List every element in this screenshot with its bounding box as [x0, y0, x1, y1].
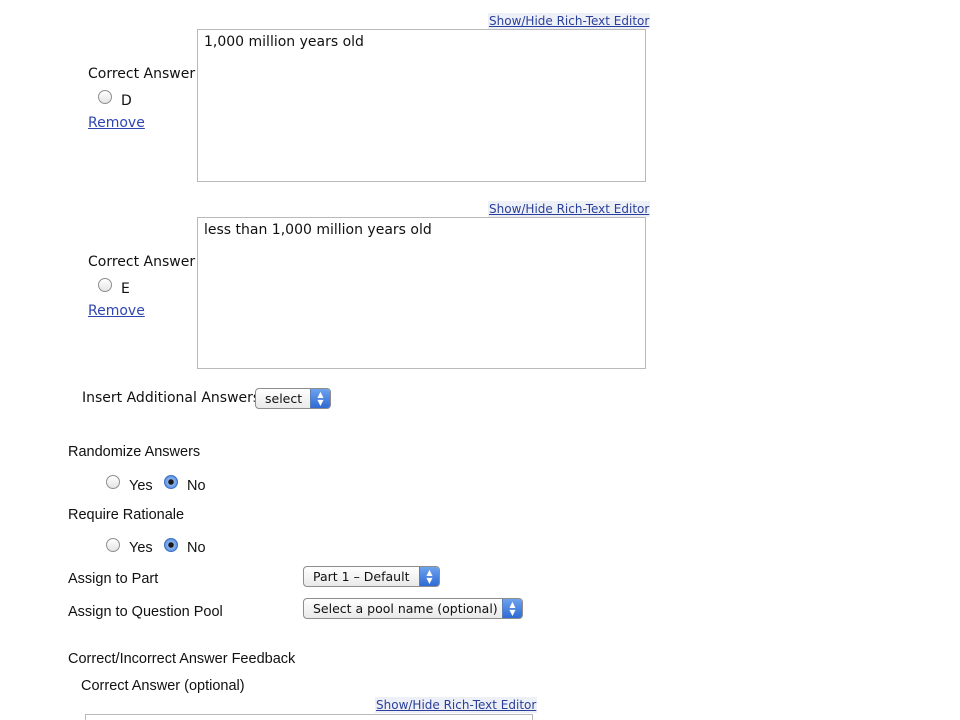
up-down-arrows-icon: ▲ ▼ [310, 389, 330, 408]
require-rationale-label: Require Rationale [68, 507, 185, 523]
rationale-no-radio[interactable] [164, 538, 178, 552]
correct-feedback-text-area[interactable] [85, 714, 533, 720]
answer-text: less than 1,000 million years old [204, 222, 432, 238]
rationale-no-label: No [187, 540, 206, 556]
assign-to-question-pool-label: Assign to Question Pool [68, 604, 223, 620]
correct-answer-label: Correct Answer [88, 254, 196, 270]
up-down-arrows-icon: ▲ ▼ [502, 599, 522, 618]
answer-feedback-heading: Correct/Incorrect Answer Feedback [68, 651, 296, 667]
correct-answer-radio-d[interactable] [98, 90, 112, 104]
assign-to-part-select[interactable]: Part 1 – Default ▲ ▼ [303, 566, 440, 587]
randomize-no-radio[interactable] [164, 475, 178, 489]
correct-answer-feedback-label: Correct Answer (optional) [81, 678, 245, 694]
select-value: Select a pool name (optional) [313, 601, 498, 616]
randomize-no-label: No [187, 478, 206, 494]
answer-text-area[interactable]: 1,000 million years old [197, 29, 646, 182]
show-hide-rich-text-editor-link[interactable]: Show/Hide Rich-Text Editor [488, 201, 651, 217]
answer-letter: E [121, 281, 130, 297]
assign-to-part-label: Assign to Part [68, 571, 159, 587]
up-down-arrows-icon: ▲ ▼ [419, 567, 439, 586]
insert-additional-answers-select[interactable]: select ▲ ▼ [255, 388, 331, 409]
remove-answer-link[interactable]: Remove [88, 303, 145, 319]
answer-letter: D [121, 93, 132, 109]
randomize-yes-radio[interactable] [106, 475, 120, 489]
question-editor-page: { "rich_text_toggle_label": "Show/Hide R… [0, 0, 960, 720]
assign-to-question-pool-select[interactable]: Select a pool name (optional) ▲ ▼ [303, 598, 523, 619]
randomize-yes-label: Yes [129, 478, 153, 494]
correct-answer-label: Correct Answer [88, 66, 196, 82]
remove-answer-link[interactable]: Remove [88, 115, 145, 131]
rationale-yes-label: Yes [129, 540, 153, 556]
select-value: Part 1 – Default [313, 569, 410, 584]
correct-answer-radio-e[interactable] [98, 278, 112, 292]
answer-text-area[interactable]: less than 1,000 million years old [197, 217, 646, 369]
show-hide-rich-text-editor-link[interactable]: Show/Hide Rich-Text Editor [488, 13, 651, 29]
insert-additional-answers-label: Insert Additional Answers [82, 390, 261, 406]
rationale-yes-radio[interactable] [106, 538, 120, 552]
randomize-answers-label: Randomize Answers [68, 444, 201, 460]
answer-text: 1,000 million years old [204, 34, 364, 50]
select-value: select [265, 391, 303, 406]
show-hide-rich-text-editor-link[interactable]: Show/Hide Rich-Text Editor [375, 697, 538, 713]
